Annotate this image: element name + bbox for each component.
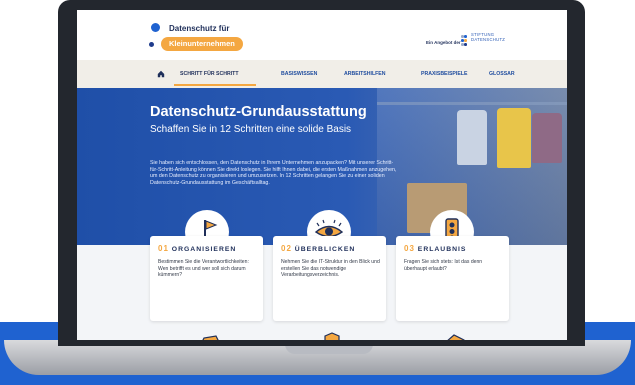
- logo-title[interactable]: Datenschutz für: [169, 24, 229, 33]
- nav-active-indicator: [174, 84, 256, 86]
- home-icon[interactable]: [157, 70, 165, 78]
- card-number: 01: [158, 244, 169, 253]
- logo-dot: [149, 42, 154, 47]
- stiftung-logo-icon: [461, 33, 469, 47]
- shirt-white: [457, 110, 487, 165]
- card-title: 01 ORGANISIEREN: [158, 244, 236, 253]
- card-ueberblicken[interactable]: 02 ÜBERBLICKEN Nehmen Sie die IT-Struktu…: [273, 236, 386, 321]
- card-title-text: ORGANISIEREN: [171, 246, 237, 253]
- card-number: 03: [404, 244, 415, 253]
- nav-item-glossar[interactable]: GLOSSAR: [489, 60, 515, 88]
- card-text: Bestimmen Sie die Verantwortlichkeiten: …: [158, 259, 249, 279]
- book-icon: [447, 334, 465, 340]
- logo-subtitle[interactable]: Kleinunternehmen: [161, 37, 243, 51]
- card-text: Nehmen Sie die IT-Struktur in den Blick …: [281, 259, 380, 279]
- shirt-yellow: [497, 108, 531, 168]
- card-erlaubnis[interactable]: 03 ERLAUBNIS Fragen Sie sich stets: Ist …: [396, 236, 509, 321]
- card-title: 02 ÜBERBLICKEN: [281, 244, 355, 253]
- nav-item-praxisbeispiele[interactable]: PRAXISBEISPIELE: [421, 60, 467, 88]
- website-screen: Datenschutz für Kleinunternehmen Ein Ang…: [77, 10, 567, 340]
- hero-description: Sie haben sich entschlossen, den Datensc…: [150, 160, 397, 186]
- main-nav: SCHRITT FÜR SCHRITT BASISWISSEN ARBEITSH…: [77, 60, 567, 88]
- hero-subtitle: Schaffen Sie in 12 Schritten eine solide…: [150, 124, 352, 135]
- hero-title: Datenschutz-Grundausstattung: [150, 104, 367, 120]
- logo-dot: [151, 23, 160, 32]
- card-text: Fragen Sie sich stets: Ist das denn über…: [404, 259, 483, 272]
- shelf: [377, 102, 567, 105]
- card-title-text: ERLAUBNIS: [417, 246, 467, 253]
- shirt-purple: [532, 113, 562, 163]
- site-header: Datenschutz für Kleinunternehmen Ein Ang…: [77, 10, 567, 60]
- card-title: 03 ERLAUBNIS: [404, 244, 466, 253]
- nav-item-arbeitshilfen[interactable]: ARBEITSHILFEN: [344, 60, 386, 88]
- card-organisieren[interactable]: 01 ORGANISIEREN Bestimmen Sie die Verant…: [150, 236, 263, 321]
- stiftung-logo-text[interactable]: STIFTUNG DATENSCHUTZ: [471, 32, 505, 42]
- angebot-text: Ein Angebot der: [426, 40, 461, 45]
- stiftung-line2: DATENSCHUTZ: [471, 37, 506, 42]
- nav-item-basiswissen[interactable]: BASISWISSEN: [281, 60, 317, 88]
- card-title-text: ÜBERBLICKEN: [294, 246, 356, 253]
- shield-icon: [324, 332, 340, 340]
- card-number: 02: [281, 244, 292, 253]
- hand-icon: [202, 335, 219, 340]
